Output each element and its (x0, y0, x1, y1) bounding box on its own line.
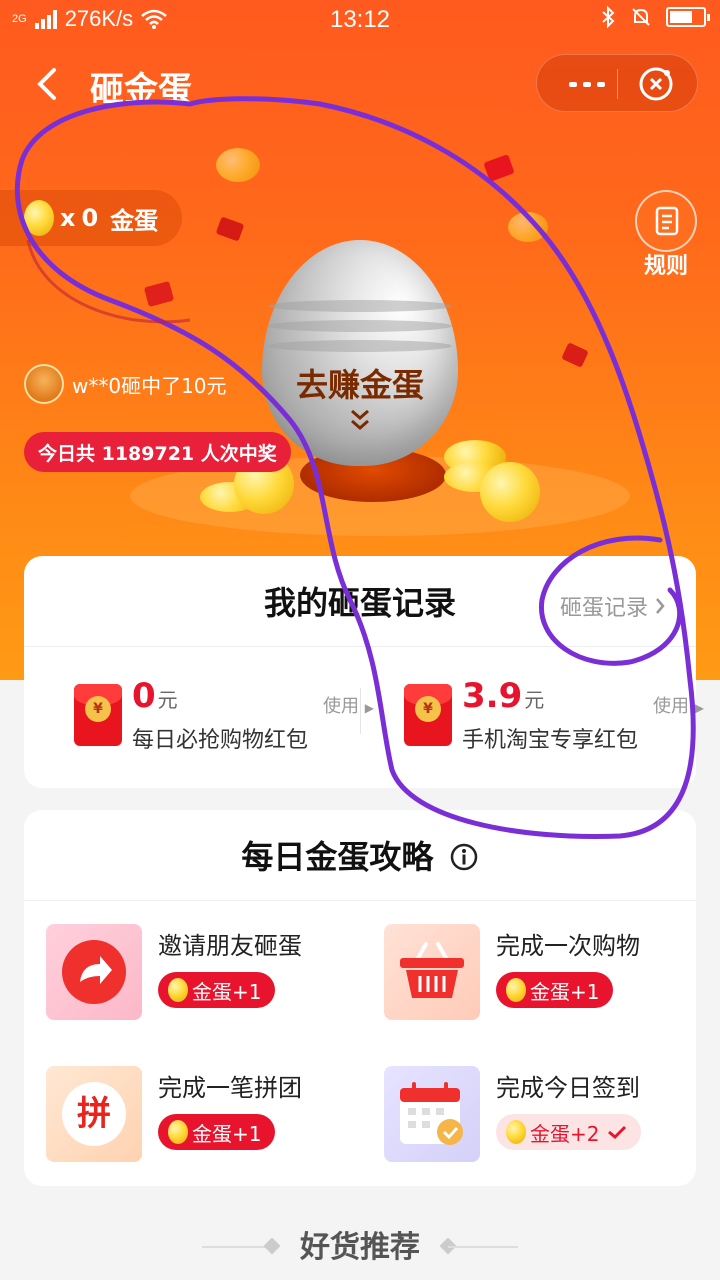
shopping-basket-icon (384, 924, 480, 1020)
bluetooth-icon (602, 6, 615, 28)
egg-records-card: 我的砸蛋记录 砸蛋记录 ¥ 0元 使用 ▶ 每日必抢购物红包 ¥ 3.9 元 使用… (24, 556, 704, 788)
gold-egg-icon (506, 978, 526, 1002)
pin-group-icon: 拼 (46, 1066, 142, 1162)
pin-char: 拼 (62, 1082, 126, 1146)
play-icon: ▶ (694, 701, 704, 715)
reward-badge: 金蛋+1 (158, 972, 276, 1008)
red-packet-taobao[interactable]: ¥ 3.9 元 使用 ▶ 手机淘宝专享红包 (404, 656, 704, 776)
mini-program-capsule (536, 54, 698, 112)
strategy-title: 每日金蛋攻略 (24, 832, 696, 878)
mute-bell-icon (632, 8, 650, 26)
recommend-section-title: 好货推荐 (300, 1230, 420, 1265)
close-target-icon[interactable] (637, 65, 675, 103)
chevron-left-icon (37, 68, 56, 100)
reward-text: 金蛋+1 (530, 979, 600, 1004)
red-packet-icon: ¥ (404, 684, 452, 746)
chevron-double-down-icon (351, 409, 369, 430)
reward-text: 金蛋+1 (192, 979, 262, 1004)
gold-egg-icon (168, 1120, 188, 1144)
use-button[interactable]: 使用 ▶ (653, 692, 704, 718)
avatar (24, 364, 64, 404)
check-icon (608, 1125, 627, 1140)
nav-bar: 砸金蛋 (0, 48, 720, 120)
task-name: 完成今日签到 (496, 1074, 640, 1102)
back-button[interactable] (28, 62, 68, 106)
task-name: 邀请朋友砸蛋 (158, 932, 302, 960)
task-group-buy[interactable]: 拼 完成一笔拼团 金蛋+1 (46, 1066, 356, 1166)
packet-unit: 元 (524, 688, 545, 712)
status-bar: 2G 276K/s 13:12 (0, 0, 720, 40)
task-name: 完成一笔拼团 (158, 1074, 302, 1102)
calendar-check-icon (384, 1066, 480, 1162)
reward-text: 金蛋+1 (192, 1121, 262, 1146)
play-icon: ▶ (364, 701, 374, 715)
share-arrow-icon (46, 924, 142, 1020)
reward-badge: 金蛋+1 (496, 972, 614, 1008)
chevron-right-icon (656, 598, 665, 614)
strategy-title-text: 每日金蛋攻略 (241, 838, 434, 876)
use-button[interactable]: 使用 ▶ (323, 692, 374, 718)
packet-amount: 3.9 (462, 676, 523, 716)
battery-icon (666, 7, 710, 27)
reward-badge: 金蛋+1 (158, 1114, 276, 1150)
task-shopping[interactable]: 完成一次购物 金蛋+1 (384, 924, 694, 1024)
egg-count-prefix: x (60, 204, 76, 232)
task-invite[interactable]: 邀请朋友砸蛋 金蛋+1 (46, 924, 356, 1024)
records-link-label: 砸蛋记录 (559, 596, 648, 621)
floating-red-packet (215, 216, 245, 242)
earn-egg-label[interactable]: 去赚金蛋 (262, 360, 458, 406)
gold-egg-icon (506, 1120, 526, 1144)
page-title: 砸金蛋 (90, 70, 192, 110)
use-label: 使用 (653, 696, 690, 717)
reward-badge-completed: 金蛋+2 (496, 1114, 642, 1150)
floating-red-packet (483, 154, 515, 182)
floating-coin (216, 148, 260, 182)
gold-egg-icon (24, 200, 54, 236)
red-packet-daily[interactable]: ¥ 0元 使用 ▶ 每日必抢购物红包 (74, 656, 374, 776)
winner-ticker: w**0砸中了10元 (24, 364, 227, 404)
rules-button[interactable]: 规则 (634, 190, 698, 280)
reward-text: 金蛋+2 (530, 1121, 600, 1146)
use-label: 使用 (323, 696, 360, 717)
packet-name: 手机淘宝专享红包 (462, 728, 639, 753)
task-checkin[interactable]: 完成今日签到 金蛋+2 (384, 1066, 694, 1166)
winner-text: w**0砸中了10元 (72, 373, 227, 398)
rules-label: 规则 (643, 254, 688, 279)
floating-red-packet (561, 342, 589, 368)
red-packet-icon: ¥ (74, 684, 122, 746)
packet-unit: 元 (157, 688, 178, 712)
floating-coin (508, 212, 548, 242)
egg-count-label: 金蛋 (110, 206, 159, 235)
gold-egg-icon (168, 978, 188, 1002)
egg-count-pill: x0 金蛋 (0, 190, 183, 246)
packet-name: 每日必抢购物红包 (132, 728, 309, 753)
daily-strategy-card: 每日金蛋攻略 邀请朋友砸蛋 金蛋+1 完成一次购物 金蛋+1 拼 完成一笔拼团 … (24, 810, 696, 1186)
packet-amount: 0 (132, 676, 156, 716)
today-winners-badge: 今日共 1189721 人次中奖 (24, 432, 291, 472)
more-button[interactable] (559, 67, 615, 101)
egg-count-value: 0 (81, 204, 99, 232)
floating-red-packet (143, 280, 175, 308)
task-name: 完成一次购物 (496, 932, 640, 960)
rules-icon (635, 190, 697, 252)
info-icon[interactable] (449, 842, 479, 872)
records-link[interactable]: 砸蛋记录 (560, 590, 666, 622)
